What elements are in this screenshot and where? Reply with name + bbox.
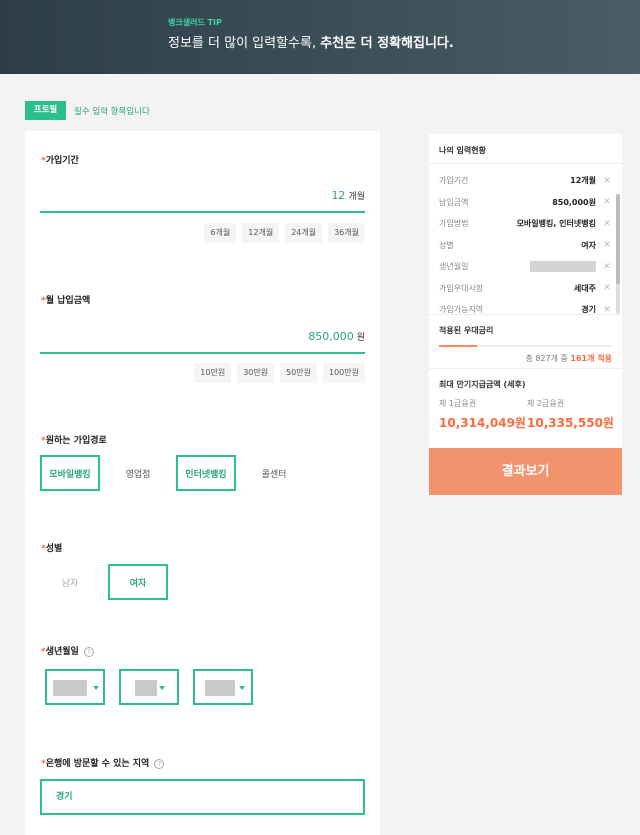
summary-title: 나의 입력현황 [429, 134, 622, 164]
tip-banner: 뱅크샐러드 TIP 정보를 더 많이 입력할수록, 추천은 더 정확해집니다. [0, 0, 640, 74]
summary-row: 가입기간 12개월 ✕ [439, 175, 612, 186]
chevron-down-icon [93, 686, 99, 690]
summary-row: 생년월일 ✕ [439, 261, 612, 273]
summary-scrollbar[interactable] [616, 194, 620, 314]
amount-title: 최대 만기지급금액 (세후) [439, 380, 526, 389]
gender-option-male[interactable]: 남자 [40, 564, 100, 600]
channel-options: 모바일뱅킹 영업점 인터넷뱅킹 콜센터 [40, 455, 312, 491]
monthly-chip-30[interactable]: 30만원 [237, 363, 275, 383]
region-label: *은행에 방문할 수 있는 지역? [41, 756, 165, 769]
birth-year-redacted [53, 680, 87, 696]
channel-option-branch[interactable]: 영업점 [108, 455, 168, 491]
close-icon[interactable]: ✕ [602, 219, 612, 229]
close-icon[interactable]: ✕ [602, 262, 612, 272]
monthly-chip-50[interactable]: 50만원 [280, 363, 317, 383]
summary-row: 성별 여자 ✕ [439, 240, 612, 251]
gender-label: *성별 [41, 544, 63, 554]
close-icon[interactable]: ✕ [602, 305, 612, 314]
summary-row: 가입우대사항 세대주 ✕ [439, 283, 612, 294]
summary-row: 가입방법 모바일뱅킹, 인터넷뱅킹 ✕ [439, 218, 612, 229]
birth-year-select[interactable] [45, 669, 105, 705]
period-input[interactable]: 12 개월 [40, 185, 365, 213]
banner-message: 정보를 더 많이 입력할수록, 추천은 더 정확해집니다. [168, 36, 454, 51]
birth-month-select[interactable] [119, 669, 179, 705]
birth-day-select[interactable] [193, 669, 253, 705]
result-button[interactable]: 결과보기 [429, 448, 622, 495]
period-value: 12 [331, 189, 346, 202]
monthly-chips: 10만원 30만원 50만원 100만원 [194, 363, 365, 383]
rate-title: 적용된 우대금리 [439, 326, 494, 335]
amount-tier2: 제 2금융권 10,335,550원 [527, 399, 614, 430]
rate-section: 적용된 우대금리 총 827개 중 161개 적용 [429, 314, 622, 368]
channel-label: *원하는 가입경로 [41, 436, 107, 446]
rate-progress [439, 345, 612, 347]
profile-form: *가입기간 12 개월 6개월 12개월 24개월 36개월 *월 납입금액 85… [25, 131, 380, 835]
close-icon[interactable]: ✕ [602, 176, 612, 186]
period-chip-6[interactable]: 6개월 [204, 223, 237, 243]
rate-progress-fill [439, 345, 478, 347]
amount-section: 최대 만기지급금액 (세후) 제 1금융권 10,314,049원 제 2금융권 1… [429, 368, 622, 448]
gender-option-female[interactable]: 여자 [108, 564, 168, 600]
period-chips: 6개월 12개월 24개월 36개월 [204, 223, 365, 243]
period-chip-36[interactable]: 36개월 [328, 223, 365, 243]
period-label: *가입기간 [41, 156, 79, 166]
monthly-unit: 원 [356, 333, 365, 343]
close-icon[interactable]: ✕ [602, 197, 612, 207]
close-icon[interactable]: ✕ [602, 240, 612, 250]
required-note: 필수 입력 항목입니다 [74, 107, 150, 117]
scrollbar-thumb[interactable] [616, 194, 620, 284]
birth-day-redacted [205, 680, 235, 696]
region-select[interactable]: 경기 [40, 779, 365, 815]
summary-list: 가입기간 12개월 ✕ 납입금액 850,000원 ✕ 가입방법 모바일뱅킹, 인터넷뱅킹… [429, 164, 622, 314]
channel-option-callcenter[interactable]: 콜센터 [244, 455, 304, 491]
birth-label: *생년월일? [41, 644, 94, 657]
chevron-down-icon [159, 686, 165, 690]
close-icon[interactable]: ✕ [602, 283, 612, 293]
monthly-input[interactable]: 850,000 원 [40, 326, 365, 354]
summary-row: 가입가능지역 경기 ✕ [439, 304, 612, 314]
channel-option-internet[interactable]: 인터넷뱅킹 [176, 455, 236, 491]
period-chip-12[interactable]: 12개월 [242, 223, 280, 243]
monthly-label: *월 납입금액 [41, 296, 91, 306]
birth-redacted [530, 261, 596, 273]
chevron-down-icon [239, 686, 245, 690]
rate-count: 총 827개 중 161개 적용 [525, 354, 612, 363]
region-help-icon[interactable]: ? [154, 758, 165, 769]
gender-options: 남자 여자 [40, 564, 176, 600]
summary-row: 납입금액 850,000원 ✕ [439, 197, 612, 208]
banner-tip-label: 뱅크샐러드 TIP [168, 18, 222, 27]
monthly-chip-100[interactable]: 100만원 [323, 363, 365, 383]
monthly-chip-10[interactable]: 10만원 [194, 363, 232, 383]
period-chip-24[interactable]: 24개월 [285, 223, 323, 243]
birth-help-icon[interactable]: ? [83, 646, 94, 657]
birth-month-redacted [135, 680, 157, 696]
summary-panel: 나의 입력현황 가입기간 12개월 ✕ 납입금액 850,000원 ✕ 가입방법 모바일뱅… [429, 134, 622, 495]
channel-option-mobile[interactable]: 모바일뱅킹 [40, 455, 100, 491]
profile-badge: 프로필 [25, 101, 66, 120]
period-unit: 개월 [348, 192, 365, 202]
monthly-value: 850,000 [308, 330, 354, 343]
amount-tier1: 제 1금융권 10,314,049원 [439, 399, 526, 430]
